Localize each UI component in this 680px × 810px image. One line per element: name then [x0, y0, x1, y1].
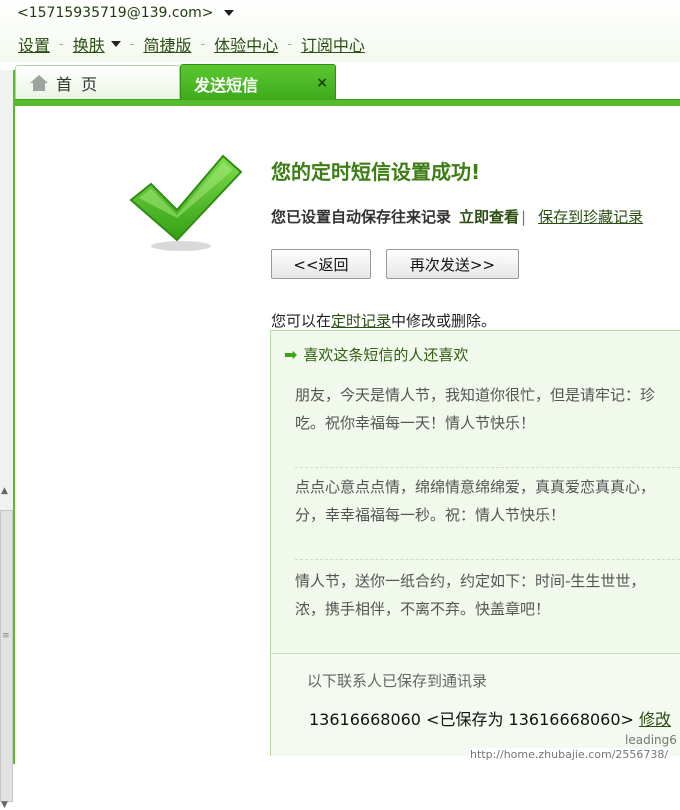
tab-underline — [14, 99, 680, 106]
modify-note: 您可以在定时记录中修改或删除。 — [271, 310, 496, 331]
message-line: 朋友，今天是情人节，我知道你很忙，但是请牢记：珍 — [295, 386, 656, 404]
view-now-link[interactable]: 立即查看 — [459, 206, 519, 227]
message-line: 分，幸幸福福每一秒。祝：情人节快乐！ — [295, 506, 566, 524]
divider — [295, 559, 680, 560]
recommendation-heading: ➡ 喜欢这条短信的人还喜欢 — [284, 344, 468, 365]
arrow-right-icon: ➡ — [284, 345, 298, 364]
experience-center-link[interactable]: 体验中心 — [214, 32, 278, 56]
message-line: 吃。祝你幸福每一天！情人节快乐！ — [295, 414, 536, 432]
scroll-down-icon[interactable]: ▼ — [1, 800, 8, 810]
grip-icon: ≡ — [2, 631, 10, 641]
simple-version-link[interactable]: 简捷版 — [143, 32, 191, 56]
tab-send-sms[interactable]: 发送短信 × — [180, 64, 336, 102]
divider — [295, 467, 680, 468]
message-line: 情人节，送你一纸合约，约定如下：时间-生生世世， — [295, 572, 646, 590]
recommendation-heading-text: 喜欢这条短信的人还喜欢 — [303, 346, 469, 364]
nav-separator: - — [287, 36, 292, 52]
success-title: 您的定时短信设置成功! — [271, 160, 481, 184]
edit-contact-link[interactable]: 修改 — [639, 710, 671, 729]
modify-prefix: 您可以在 — [271, 312, 332, 330]
watermark-name: leading6 — [625, 733, 677, 747]
back-button[interactable]: <<返回 — [271, 249, 371, 279]
message-line: 点点心意点点情，绵绵情意绵绵爱，真真爱恋真真心， — [295, 478, 656, 496]
list-item[interactable]: 情人节，送你一纸合约，约定如下：时间-生生世世， 浓，携手相伴，不离不弃。快盖章… — [295, 567, 680, 623]
skin-link[interactable]: 换肤 — [73, 32, 105, 56]
subscription-center-link[interactable]: 订阅中心 — [301, 32, 365, 56]
checkmark-icon — [129, 154, 243, 251]
autosave-note: 您已设置自动保存往来记录 — [271, 208, 452, 226]
nav-separator: - — [59, 36, 64, 52]
nav-separator: - — [129, 36, 135, 52]
send-again-button[interactable]: 再次发送>> — [386, 249, 519, 279]
list-item[interactable]: 点点心意点点情，绵绵情意绵绵爱，真真爱恋真真心， 分，幸幸福福每一秒。祝：情人节… — [295, 473, 680, 529]
close-icon[interactable]: × — [316, 75, 328, 91]
account-address[interactable]: <15715935719@139.com> — [17, 5, 214, 21]
scroll-thumb[interactable]: ≡ — [0, 510, 13, 802]
top-header: <15715935719@139.com> 设置 - 换肤 - 简捷版 - 体验… — [0, 0, 680, 62]
chevron-down-icon[interactable] — [223, 10, 234, 16]
list-item[interactable]: 朋友，今天是情人节，我知道你很忙，但是请牢记：珍 吃。祝你幸福每一天！情人节快乐… — [295, 381, 680, 437]
contact-row: 13616668060 <已保存为 13616668060> 修改 — [309, 706, 671, 730]
top-nav: 设置 - 换肤 - 简捷版 - 体验中心 - 订阅中心 — [18, 32, 365, 56]
tab-home-label: 首 页 — [56, 75, 100, 94]
account-menu[interactable]: <15715935719@139.com> — [17, 5, 234, 21]
tab-send-sms-label: 发送短信 — [194, 75, 259, 95]
scheduled-records-link[interactable]: 定时记录 — [331, 312, 391, 330]
saved-contacts-title: 以下联系人已保存到通讯录 — [307, 672, 488, 690]
saved-contacts-section: 以下联系人已保存到通讯录 13616668060 <已保存为 136166680… — [271, 653, 680, 756]
recommendation-panel: ➡ 喜欢这条短信的人还喜欢 朋友，今天是情人节，我知道你很忙，但是请牢记：珍 吃… — [270, 330, 680, 756]
save-to-favorites-link[interactable]: 保存到珍藏记录 — [538, 206, 643, 227]
left-panel-scrollbar[interactable]: ▲ ≡ ▼ — [0, 70, 15, 810]
chevron-down-icon[interactable] — [110, 41, 121, 47]
scroll-up-icon[interactable]: ▲ — [1, 486, 8, 496]
link-separator: | — [521, 207, 527, 226]
watermark-url: http://home.zhubajie.com/2556738/ — [470, 748, 669, 761]
home-icon — [30, 75, 48, 91]
autosave-line: 您已设置自动保存往来记录 立即查看 | 保存到珍藏记录 — [271, 206, 643, 227]
modify-suffix: 中修改或删除。 — [391, 312, 497, 330]
settings-link[interactable]: 设置 — [18, 32, 50, 56]
nav-separator: - — [200, 36, 206, 52]
message-line: 浓，携手相伴，不离不弃。快盖章吧！ — [295, 600, 551, 618]
tab-home[interactable]: 首 页 — [15, 65, 180, 100]
tab-bar: 首 页 发送短信 × — [0, 62, 680, 106]
contact-entry: 13616668060 <已保存为 13616668060> — [309, 710, 634, 729]
